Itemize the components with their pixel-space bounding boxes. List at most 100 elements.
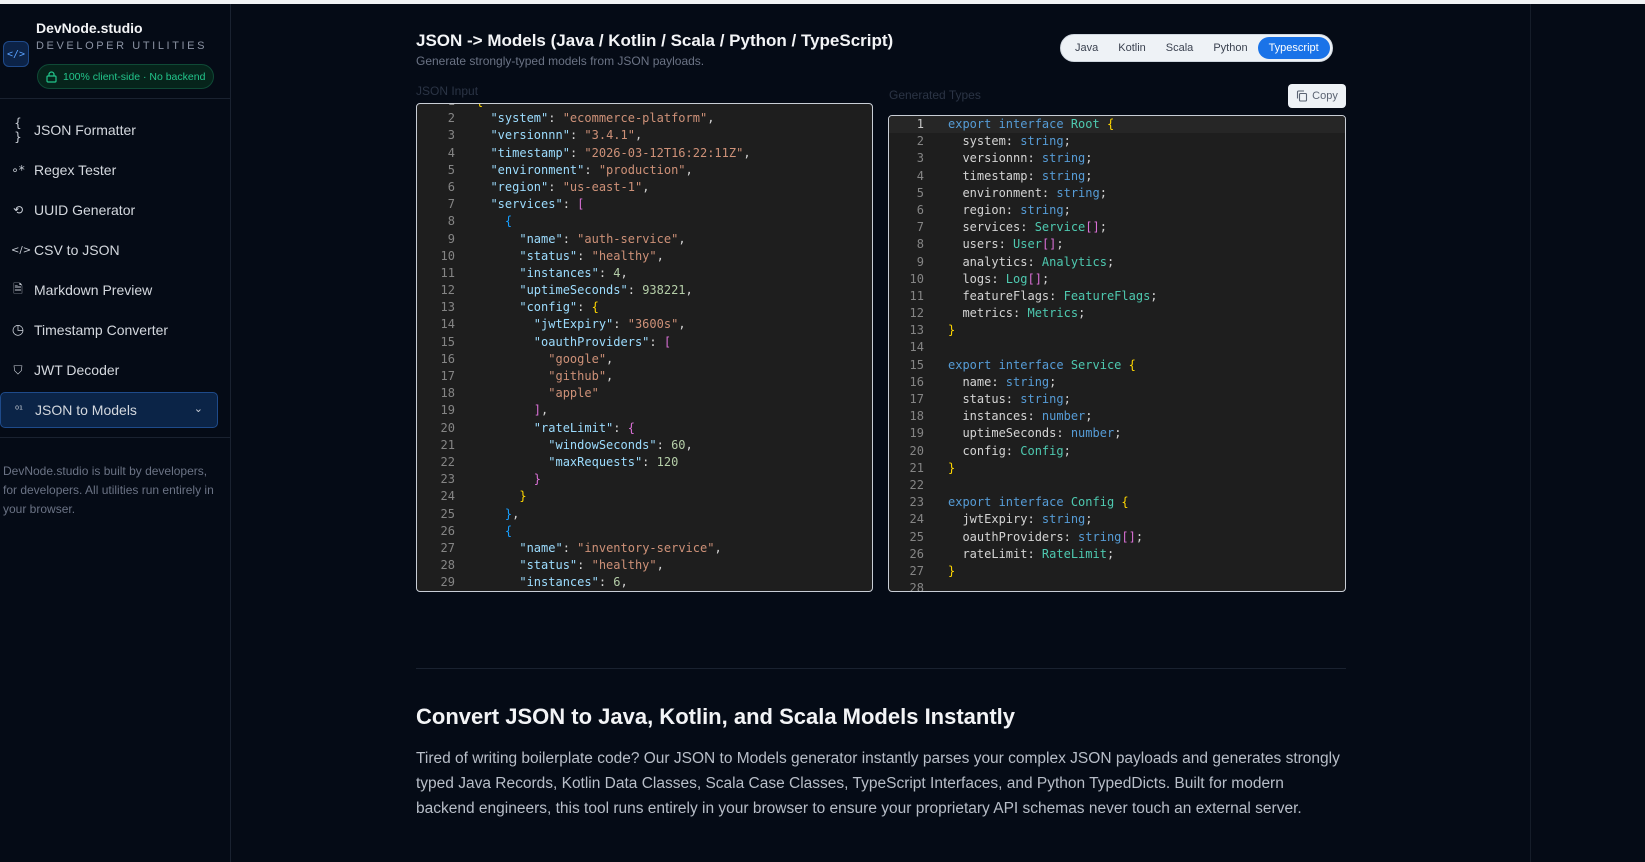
code-line: 17 "github",	[417, 368, 872, 385]
sidebar-item-regex-tester[interactable]: ∘* Regex Tester	[0, 150, 230, 190]
sidebar-item-jwt-decoder[interactable]: ⛉ JWT Decoder	[0, 350, 230, 390]
line-number: 11	[909, 288, 924, 303]
code-token: []	[1085, 220, 1100, 235]
lang-typescript[interactable]: Typescript	[1257, 37, 1330, 59]
code-token: "github"	[548, 369, 607, 383]
code-token: }	[948, 563, 956, 578]
code-token: "timestamp"	[490, 145, 570, 160]
sidebar-item-json-to-models[interactable]: ⁰¹ JSON to Models ⌄	[0, 392, 218, 428]
sidebar-item-timestamp-converter[interactable]: ◷ Timestamp Converter	[0, 310, 230, 350]
line-text: rateLimit: RateLimit;	[948, 546, 1114, 563]
code-token: "healthy"	[591, 558, 657, 573]
code-line: 27}	[889, 563, 1345, 580]
code-token: :	[613, 317, 628, 332]
code-token: oauthProviders:	[948, 529, 1079, 544]
copy-button[interactable]: Copy	[1288, 84, 1346, 108]
line-number: 16	[440, 351, 455, 366]
code-line: 25 },	[417, 506, 872, 523]
line-number: 12	[909, 306, 924, 321]
sidebar-item-label: JWT Decoder	[34, 362, 120, 378]
line-text: "rateLimit": {	[476, 420, 635, 437]
code-line: 8 {	[417, 213, 872, 230]
line-text: "maxRequests": 120	[476, 454, 678, 471]
line-text: metrics: Metrics;	[948, 305, 1085, 322]
generated-types-editor[interactable]: 1 export interface Root {2 system: string…	[888, 115, 1346, 592]
code-line: 10 logs: Log[];	[889, 271, 1345, 288]
code-token: ;	[1085, 168, 1093, 183]
line-number: 27	[440, 540, 455, 555]
code-token: :	[577, 558, 592, 573]
code-token: ,	[620, 575, 628, 590]
code-token: string	[1056, 185, 1100, 200]
generated-types-label: Generated Types	[889, 88, 981, 102]
line-text: "github",	[476, 368, 613, 385]
code-token: 938221	[642, 283, 686, 298]
line-text: },	[476, 506, 519, 523]
code-line: 16 name: string;	[889, 374, 1345, 391]
line-number: 5	[916, 185, 924, 200]
code-token: "status"	[519, 558, 578, 573]
line-number: 21	[440, 437, 455, 452]
sidebar-item-label: JSON to Models	[35, 402, 137, 418]
chevron-down-icon[interactable]: ⌄	[194, 402, 203, 415]
lang-kotlin[interactable]: Kotlin	[1108, 37, 1156, 59]
code-token: number	[1041, 409, 1086, 424]
line-text: "status": "healthy",	[476, 248, 664, 265]
code-token: "versionnn"	[490, 128, 570, 143]
line-text: versionnn: string;	[948, 150, 1093, 167]
line-number: 28	[440, 558, 455, 573]
code-token: ;	[1041, 271, 1050, 286]
sidebar-item-markdown-preview[interactable]: 🗎 Markdown Preview	[0, 270, 230, 310]
code-token: users:	[948, 237, 1014, 252]
json-input-editor[interactable]: 1{2 "system": "ecommerce-platform",3 "ve…	[416, 103, 873, 592]
line-number: 22	[909, 477, 924, 492]
code-token: :	[656, 437, 672, 452]
code-token: "oauthProviders"	[533, 334, 650, 349]
code-token: ;	[1056, 237, 1064, 252]
code-token: string	[1005, 374, 1050, 389]
sidebar-item-csv-to-json[interactable]: </> CSV to JSON	[0, 230, 230, 270]
code-token: timestamp:	[948, 168, 1042, 183]
sidebar-nav: { } JSON Formatter ∘* Regex Tester ⟲ UUID G…	[0, 110, 230, 430]
code-token: ,	[678, 231, 686, 246]
code-token: "auth-service"	[577, 231, 679, 246]
code-token: ;	[1085, 151, 1093, 166]
code-line: 21 "windowSeconds": 60,	[417, 437, 872, 454]
lang-python[interactable]: Python	[1203, 37, 1257, 59]
code-token: ,	[678, 317, 686, 332]
line-text: }	[476, 471, 541, 488]
code-token: "inventory-service"	[577, 540, 715, 555]
code-token: ;	[1106, 254, 1115, 269]
line-text: config: Config;	[948, 443, 1070, 460]
sidebar-item-uuid-generator[interactable]: ⟲ UUID Generator	[0, 190, 230, 230]
code-line: 27 "name": "inventory-service",	[417, 540, 872, 557]
lang-scala[interactable]: Scala	[1156, 37, 1204, 59]
brand: DevNode.studio DEVELOPER UTILITIES	[36, 20, 207, 52]
line-text: }	[948, 460, 955, 477]
sidebar-item-label: Timestamp Converter	[34, 322, 169, 338]
line-number: 6	[447, 179, 455, 194]
code-line: 28 "status": "healthy",	[417, 557, 872, 574]
line-number: 7	[447, 197, 455, 212]
code-token: ;	[1078, 306, 1086, 321]
lang-java[interactable]: Java	[1065, 37, 1108, 59]
line-text: uptimeSeconds: number;	[948, 425, 1121, 442]
sidebar-item-label: UUID Generator	[34, 202, 136, 218]
article-heading: Convert JSON to Java, Kotlin, and Scala …	[416, 704, 1016, 729]
line-text: "config": {	[476, 299, 599, 316]
code-line: 9 analytics: Analytics;	[889, 254, 1345, 271]
code-token: "3600s"	[627, 317, 679, 332]
code-token: Service	[1034, 220, 1086, 235]
code-token: analytics:	[948, 254, 1042, 269]
code-token: {	[591, 300, 599, 315]
line-number: 15	[440, 334, 455, 349]
sidebar-item-json-formatter[interactable]: { } JSON Formatter	[0, 110, 230, 150]
code-token: "rateLimit"	[533, 420, 614, 435]
line-number: 9	[447, 231, 455, 246]
code-line: 23 export interface Config {	[889, 494, 1345, 511]
line-number: 18	[909, 409, 924, 424]
